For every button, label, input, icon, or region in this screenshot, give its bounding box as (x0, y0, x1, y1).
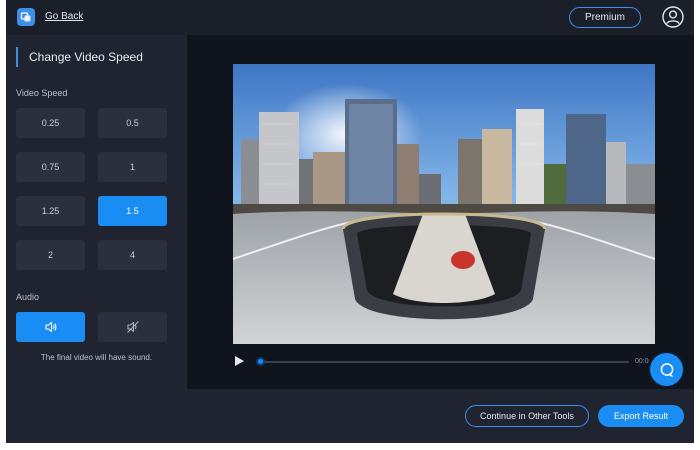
chat-bubble-icon (660, 362, 673, 377)
timecode: 00:0 (635, 358, 649, 365)
progress-track[interactable] (257, 361, 629, 363)
video-frame-image (233, 64, 655, 344)
speed-option-2[interactable]: 2 (16, 240, 85, 270)
speed-option-1[interactable]: 1 (98, 152, 167, 182)
continue-in-other-tools-button[interactable]: Continue in Other Tools (465, 405, 589, 427)
speed-option-0-75[interactable]: 0.75 (16, 152, 85, 182)
video-speed-label: Video Speed (16, 88, 68, 98)
progress-handle[interactable] (256, 357, 266, 366)
panel-title: Change Video Speed (16, 47, 143, 67)
settings-panel: Change Video Speed Video Speed 0.25 0.5 … (6, 35, 187, 443)
audio-off-button[interactable] (98, 312, 167, 342)
audio-on-button[interactable] (16, 312, 85, 342)
premium-button[interactable]: Premium (569, 7, 641, 28)
speed-option-0-25[interactable]: 0.25 (16, 108, 85, 138)
audio-note: The final video will have sound. (40, 353, 153, 362)
app-window: Go Back Premium Change Video Speed Video… (6, 0, 694, 443)
export-result-button[interactable]: Export Result (598, 405, 684, 427)
video-preview (233, 64, 655, 344)
footer-bar: Continue in Other Tools Export Result (187, 389, 694, 443)
audio-label: Audio (16, 292, 40, 302)
top-bar: Go Back Premium (6, 0, 694, 35)
player-controls: 00:0 (233, 353, 655, 371)
chat-button[interactable] (650, 353, 683, 386)
speaker-muted-icon (126, 321, 139, 333)
speed-option-1-25[interactable]: 1.25 (16, 196, 85, 226)
app-logo-icon[interactable] (17, 8, 35, 26)
speed-option-0-5[interactable]: 0.5 (98, 108, 167, 138)
go-back-link[interactable]: Go Back (45, 11, 83, 22)
speed-option-4[interactable]: 4 (98, 240, 167, 270)
user-icon[interactable] (662, 6, 684, 28)
video-stage: 00:0 (187, 35, 694, 389)
speaker-icon (44, 321, 56, 333)
speed-option-1-5[interactable]: 1.5 (98, 196, 167, 226)
play-icon[interactable] (233, 355, 245, 367)
